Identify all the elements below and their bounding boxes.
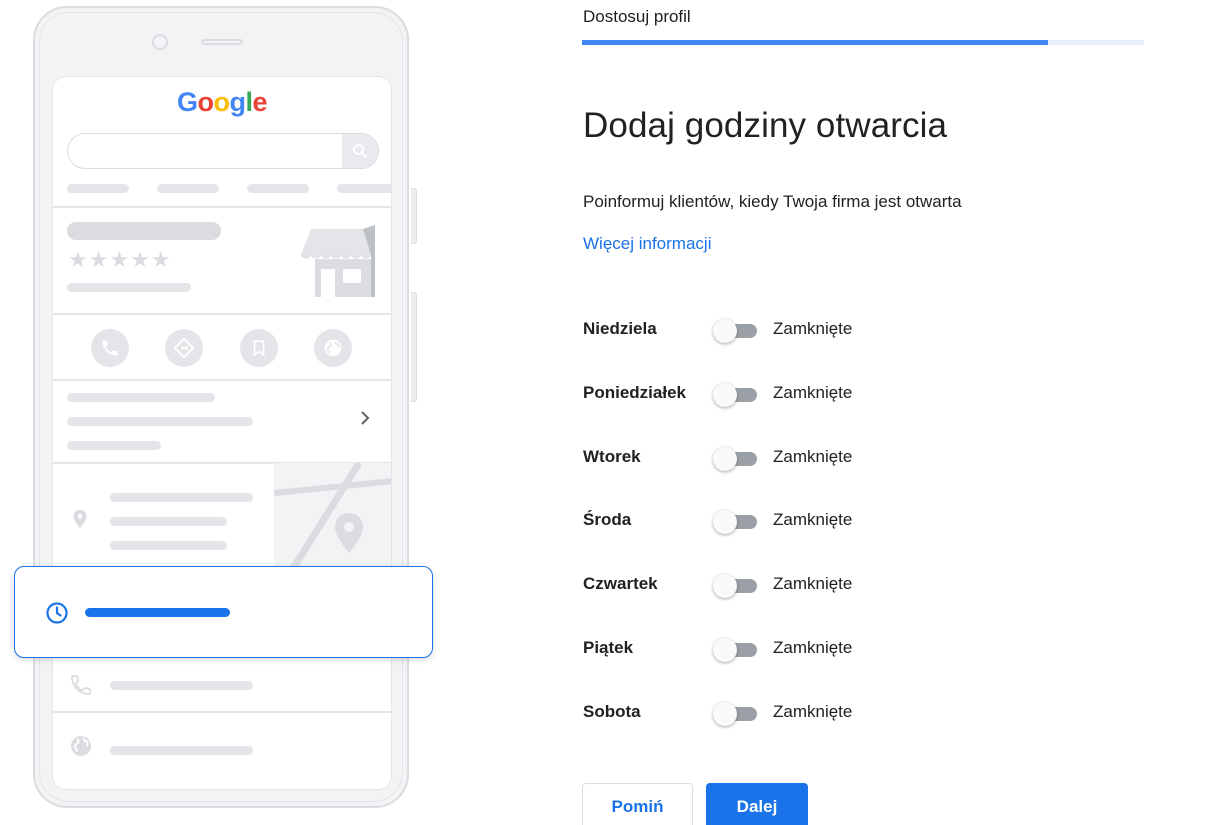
day-row-tuesday: Wtorek Zamknięte (583, 443, 983, 473)
rating-stars: ★★★★★ (68, 247, 172, 272)
step-label: Dostosuj profil (583, 7, 691, 26)
progress-fill (582, 40, 1049, 45)
placeholder-bar (67, 283, 191, 292)
day-row-wednesday: Środa Zamknięte (583, 506, 983, 536)
day-label: Wtorek (583, 447, 641, 466)
google-logo: Google (53, 87, 391, 118)
open-toggle[interactable] (713, 317, 759, 343)
day-label: Czwartek (583, 574, 658, 593)
day-status: Zamknięte (773, 510, 853, 529)
day-row-saturday: Sobota Zamknięte (583, 698, 983, 728)
divider (53, 206, 391, 208)
placeholder-bar (67, 222, 221, 240)
open-toggle[interactable] (713, 572, 759, 598)
location-pin-icon (69, 507, 91, 536)
logo-letter: o (197, 87, 214, 117)
day-status: Zamknięte (773, 319, 853, 338)
day-row-thursday: Czwartek Zamknięte (583, 570, 983, 600)
phone-camera (152, 34, 168, 50)
more-info-link[interactable]: Więcej informacji (583, 234, 711, 254)
mock-search-bar (67, 133, 379, 169)
logo-letter: g (229, 87, 246, 117)
placeholder-bar (85, 608, 230, 617)
day-status: Zamknięte (773, 574, 853, 593)
day-status: Zamknięte (773, 383, 853, 402)
phone-side-button (411, 292, 417, 402)
placeholder-bar (67, 441, 161, 450)
globe-icon (314, 329, 352, 367)
placeholder-bar (110, 541, 227, 550)
divider (53, 379, 391, 381)
chevron-right-icon (357, 409, 373, 432)
placeholder-bar (110, 517, 227, 526)
phone-speaker (201, 39, 243, 45)
clock-icon (45, 601, 69, 630)
open-toggle[interactable] (713, 445, 759, 471)
divider (53, 711, 391, 713)
phone-icon (91, 329, 129, 367)
logo-letter: l (245, 87, 253, 117)
day-row-monday: Poniedziałek Zamknięte (583, 379, 983, 409)
bookmark-icon (240, 329, 278, 367)
open-toggle[interactable] (713, 636, 759, 662)
logo-letter: o (213, 87, 230, 117)
search-icon (342, 134, 378, 168)
hours-highlight-card (14, 566, 433, 658)
next-button[interactable]: Dalej (706, 783, 808, 825)
open-toggle[interactable] (713, 700, 759, 726)
placeholder-bar (337, 184, 391, 193)
day-label: Poniedziałek (583, 383, 686, 402)
globe-icon (69, 734, 93, 763)
phone-side-button (411, 188, 417, 244)
placeholder-bar (67, 417, 253, 426)
phone-illustration: Google ★★★★★ (33, 6, 417, 808)
placeholder-bar (157, 184, 219, 193)
mini-map (274, 463, 391, 583)
day-status: Zamknięte (773, 447, 853, 466)
placeholder-bar (110, 681, 253, 690)
placeholder-bar (247, 184, 309, 193)
day-label: Niedziela (583, 319, 657, 338)
placeholder-bar (67, 184, 129, 193)
open-toggle[interactable] (713, 508, 759, 534)
day-row-sunday: Niedziela Zamknięte (583, 315, 983, 345)
placeholder-bar (67, 393, 215, 402)
placeholder-bar (110, 746, 253, 755)
phone-icon (69, 673, 93, 702)
progress-bar (582, 40, 1144, 45)
day-status: Zamknięte (773, 702, 853, 721)
day-label: Piątek (583, 638, 634, 657)
directions-icon (165, 329, 203, 367)
day-label: Środa (583, 510, 632, 529)
logo-letter: G (176, 87, 198, 117)
page-title: Dodaj godziny otwarcia (583, 106, 948, 145)
day-label: Sobota (583, 702, 641, 721)
day-row-friday: Piątek Zamknięte (583, 634, 983, 664)
page-description: Poinformuj klientów, kiedy Twoja firma j… (583, 192, 962, 211)
storefront-icon (300, 225, 377, 302)
divider (53, 313, 391, 315)
placeholder-bar (110, 493, 253, 502)
skip-button[interactable]: Pomiń (582, 783, 693, 825)
phone-screen: Google ★★★★★ (52, 76, 392, 790)
open-toggle[interactable] (713, 381, 759, 407)
logo-letter: e (252, 87, 268, 117)
day-status: Zamknięte (773, 638, 853, 657)
